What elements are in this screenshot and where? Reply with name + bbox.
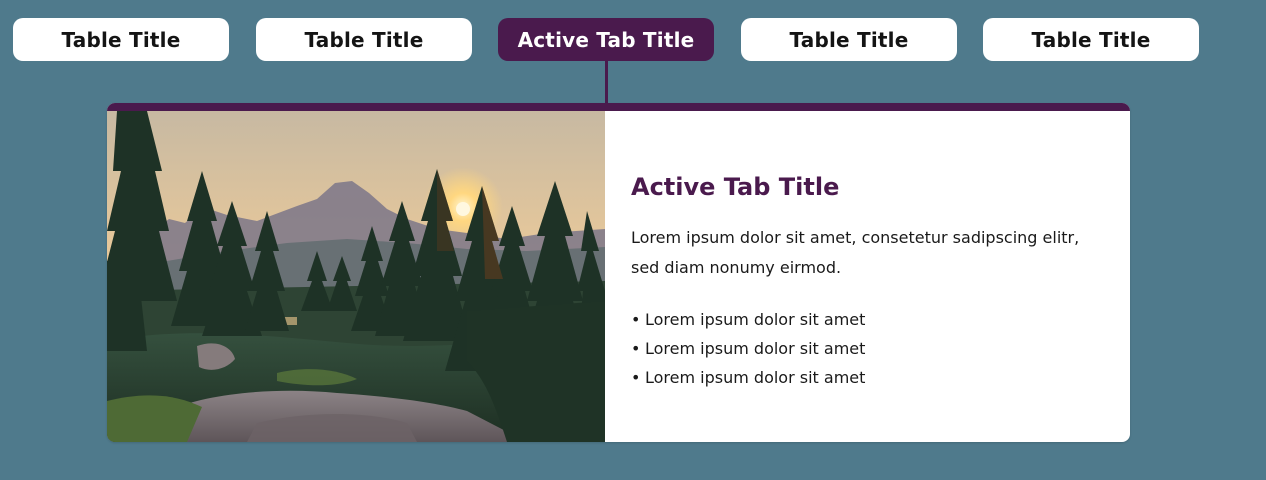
mountain-forest-photo-icon	[107, 111, 605, 442]
list-item: • Lorem ipsum dolor sit amet	[631, 334, 1111, 363]
tab-panel: Active Tab Title Lorem ipsum dolor sit a…	[107, 103, 1130, 442]
panel-photo	[107, 111, 605, 442]
tab-table-title-1[interactable]: Table Title	[13, 18, 229, 61]
panel-title: Active Tab Title	[631, 173, 840, 201]
bullet-icon: •	[631, 339, 641, 358]
list-item-text: Lorem ipsum dolor sit amet	[645, 310, 866, 329]
panel-content: Active Tab Title Lorem ipsum dolor sit a…	[631, 171, 1111, 392]
tab-table-title-4[interactable]: Table Title	[741, 18, 957, 61]
tab-bar: Table Title Table Title Active Tab Title…	[13, 18, 1200, 62]
tab-table-title-5[interactable]: Table Title	[983, 18, 1199, 61]
list-item: • Lorem ipsum dolor sit amet	[631, 363, 1111, 392]
bullet-list: • Lorem ipsum dolor sit amet • Lorem ipsum…	[631, 305, 1111, 392]
bullet-icon: •	[631, 368, 641, 387]
list-item: • Lorem ipsum dolor sit amet	[631, 305, 1111, 334]
bullet-icon: •	[631, 310, 641, 329]
tab-active[interactable]: Active Tab Title	[498, 18, 714, 61]
list-item-text: Lorem ipsum dolor sit amet	[645, 368, 866, 387]
active-tab-connector	[605, 61, 608, 104]
tab-table-title-2[interactable]: Table Title	[256, 18, 472, 61]
list-item-text: Lorem ipsum dolor sit amet	[645, 339, 866, 358]
panel-accent-bar	[107, 103, 1130, 111]
panel-description: Lorem ipsum dolor sit amet, consetetur s…	[631, 228, 1080, 277]
